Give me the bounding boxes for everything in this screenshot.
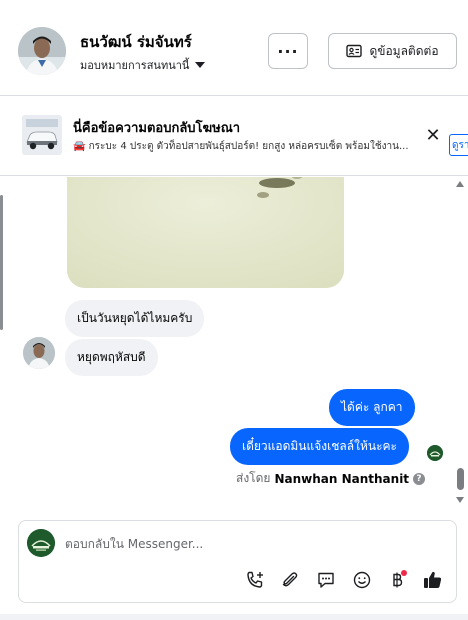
- bottom-divider: [0, 614, 468, 620]
- ad-thumbnail[interactable]: [22, 115, 62, 155]
- scrollbar-thumb[interactable]: [457, 468, 464, 490]
- scroll-up-arrow-icon[interactable]: [456, 181, 464, 187]
- scroll-down-arrow-icon[interactable]: [456, 497, 464, 503]
- page-avatar: [27, 529, 55, 557]
- contact-avatar-small[interactable]: [23, 337, 55, 369]
- message-bubble-incoming[interactable]: เป็นวันหยุดได้ไหมครับ: [65, 300, 205, 337]
- contact-info-label: ดูข้อมูลติดต่อ: [369, 43, 439, 58]
- paperclip-icon[interactable]: [279, 569, 301, 591]
- message-bubble-outgoing[interactable]: เดี๋ยวแอดมินแจ้งเชลล์ให้นะคะ: [230, 428, 409, 465]
- sent-by-prefix: ส่งโดย: [236, 471, 271, 485]
- more-options-button[interactable]: ···: [268, 33, 308, 69]
- thumbs-up-icon[interactable]: [422, 569, 444, 591]
- photo-attachment[interactable]: [67, 177, 344, 288]
- quick-reply-icon[interactable]: [315, 569, 337, 591]
- caret-down-icon: [195, 62, 206, 68]
- message-thread[interactable]: เป็นวันหยุดได้ไหมครับ หยุดพฤหัสบดี ได้ค่…: [0, 177, 468, 504]
- close-icon[interactable]: ✕: [423, 126, 443, 146]
- assign-conversation-dropdown[interactable]: มอบหมายการสนทนานี้: [80, 56, 206, 74]
- page-avatar-small: [427, 445, 443, 461]
- ad-reply-banner: นี่คือข้อความตอบกลับโฆษณา 🚘 กระบะ 4 ประต…: [0, 97, 468, 176]
- reply-composer: [18, 520, 457, 603]
- sent-by-label: ส่งโดย Nanwhan Nanthanit ?: [236, 469, 426, 488]
- help-icon[interactable]: ?: [413, 472, 426, 485]
- view-contact-info-button[interactable]: ดูข้อมูลติดต่อ: [328, 33, 457, 69]
- reply-input[interactable]: [65, 533, 425, 555]
- conversation-header: ธนวัฒน์ ร่มจันทร์ มอบหมายการสนทนานี้ ···…: [0, 0, 468, 96]
- contact-avatar[interactable]: [18, 27, 66, 75]
- inbox-conversation-panel: ธนวัฒน์ ร่มจันทร์ มอบหมายการสนทนานี้ ···…: [0, 0, 468, 620]
- ad-description: 🚘 กระบะ 4 ประตู ตัวท็อปสายพันธุ์สปอร์ต! …: [73, 141, 409, 152]
- view-ad-button[interactable]: ดูรา: [449, 134, 468, 156]
- composer-toolbar: [19, 569, 458, 593]
- contact-card-icon: [346, 44, 363, 58]
- ad-reply-title: นี่คือข้อความตอบกลับโฆษณา: [73, 121, 241, 136]
- contact-name[interactable]: ธนวัฒน์ ร่มจันทร์: [80, 30, 192, 54]
- assign-label: มอบหมายการสนทนานี้: [80, 59, 190, 72]
- baht-payment-icon[interactable]: [386, 569, 408, 591]
- emoji-icon[interactable]: [351, 569, 373, 591]
- sender-name: Nanwhan Nanthanit: [274, 471, 410, 486]
- phone-add-icon[interactable]: [244, 569, 266, 591]
- message-bubble-outgoing[interactable]: ได้ค่ะ ลูกคา: [329, 389, 415, 426]
- message-bubble-incoming[interactable]: หยุดพฤหัสบดี: [65, 339, 158, 376]
